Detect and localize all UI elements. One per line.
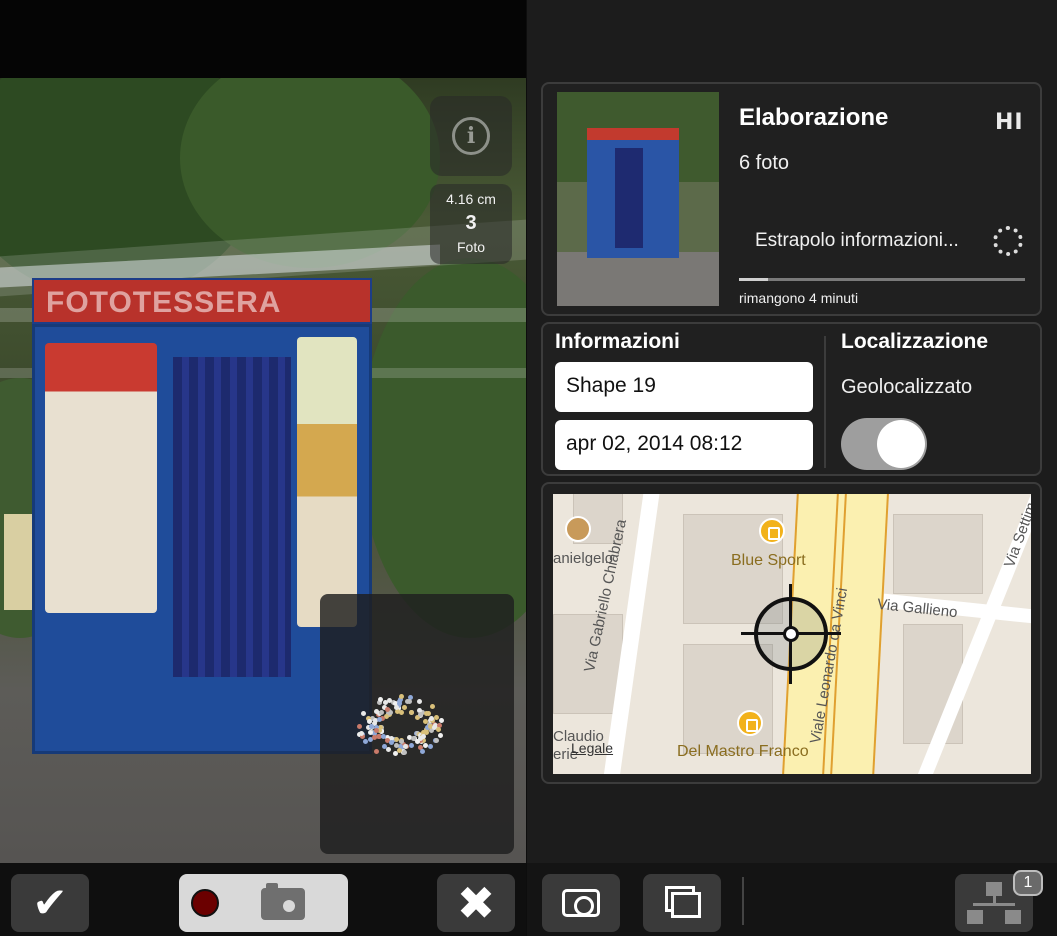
- hierarchy-line: [973, 903, 1015, 906]
- info-button[interactable]: i: [430, 96, 512, 176]
- processing-card: Elaborazione HI 6 foto Estrapolo informa…: [541, 82, 1042, 316]
- point-cloud-dot: [408, 743, 414, 749]
- info-heading: Informazioni: [555, 330, 680, 353]
- point-cloud-dot: [385, 746, 391, 752]
- point-cloud-dot: [357, 724, 363, 730]
- cancel-button[interactable]: ✖: [437, 874, 515, 932]
- point-cloud-dot: [417, 699, 423, 705]
- point-cloud-preview: [320, 594, 514, 854]
- shopping-bag-icon[interactable]: [737, 710, 763, 736]
- point-cloud-dot: [398, 709, 404, 715]
- notification-badge: 1: [1013, 870, 1043, 896]
- measurement-distance: 4.16 cm: [446, 191, 496, 207]
- processing-title: Elaborazione: [739, 104, 889, 131]
- point-cloud-dot: [377, 697, 383, 703]
- processing-status: Estrapolo informazioni...: [755, 230, 959, 251]
- point-cloud-dot: [401, 750, 407, 756]
- point-cloud-dot: [360, 711, 366, 717]
- point-cloud-dot: [376, 716, 382, 722]
- point-cloud-dot: [434, 738, 440, 744]
- section-divider: [824, 336, 826, 468]
- point-cloud-dot: [367, 729, 373, 735]
- poi-label[interactable]: Del Mastro Franco: [677, 743, 809, 761]
- details-panel: Elaborazione HI 6 foto Estrapolo informa…: [527, 0, 1057, 936]
- booth-sign-text: FOTOTESSERA: [46, 286, 282, 319]
- point-cloud-dot: [408, 709, 414, 715]
- info-card: Informazioni Shape 19 apr 02, 2014 08:12…: [541, 322, 1042, 476]
- map-block: [893, 514, 983, 594]
- time-remaining: rimangono 4 minuti: [739, 290, 859, 306]
- photo-count: 3: [465, 212, 477, 234]
- point-cloud-dot: [425, 710, 431, 716]
- poi-label[interactable]: Blue Sport: [731, 552, 806, 570]
- hierarchy-node: [967, 910, 983, 924]
- camera-panel: FOTOTESSERA i 4.16 cm 3 Foto ✔ ✖: [0, 0, 526, 936]
- legal-link[interactable]: Legale: [571, 740, 613, 756]
- point-cloud-dot: [418, 711, 424, 717]
- gallery-button[interactable]: [643, 874, 721, 932]
- thumbnail-curtain: [615, 148, 643, 248]
- point-cloud-dot: [435, 726, 441, 732]
- point-cloud-dot: [398, 739, 404, 745]
- point-cloud-dot: [362, 738, 368, 744]
- close-icon: ✖: [456, 877, 496, 929]
- toggle-knob: [877, 420, 925, 468]
- name-field[interactable]: Shape 19: [555, 362, 813, 412]
- camera-button[interactable]: [542, 874, 620, 932]
- progress-fill: [739, 278, 768, 281]
- progress-bar: [739, 278, 1025, 281]
- booth-poster-left: [45, 343, 157, 613]
- camera-icon: [261, 883, 305, 920]
- capture-mode-toggle[interactable]: [179, 874, 348, 932]
- processing-photo-count: 6 foto: [739, 152, 790, 174]
- restaurant-icon[interactable]: [565, 516, 591, 542]
- booth-sign: FOTOTESSERA: [32, 278, 372, 324]
- gallery-icon-front: [671, 892, 701, 918]
- toolbar-divider: [742, 877, 744, 925]
- map-card: anielgelo Via Gabriello Chiabrera Viale …: [541, 482, 1042, 784]
- street-label: Via Settim: [1001, 500, 1031, 570]
- crosshair-center: [783, 626, 799, 642]
- capture-thumbnail[interactable]: [557, 92, 719, 306]
- point-cloud-dot: [401, 704, 407, 710]
- thumbnail-ground: [557, 252, 719, 306]
- point-cloud-dot: [399, 694, 404, 700]
- point-cloud-dot: [427, 744, 433, 750]
- geolocation-toggle[interactable]: [841, 418, 927, 470]
- location-map[interactable]: anielgelo Via Gabriello Chiabrera Viale …: [553, 494, 1031, 774]
- point-cloud-dot: [429, 704, 435, 710]
- point-cloud-dot: [404, 698, 410, 704]
- measurement-readout: 4.16 cm 3 Foto: [430, 184, 512, 264]
- crosshair-icon: [741, 584, 841, 684]
- point-cloud-dot: [394, 736, 400, 742]
- hierarchy-node: [1005, 910, 1021, 924]
- camera-toolbar: ✔ ✖: [0, 863, 526, 936]
- point-cloud-dot: [402, 743, 408, 749]
- shopping-bag-icon[interactable]: [759, 518, 785, 544]
- info-icon: i: [452, 117, 490, 155]
- photo-count-label: Foto: [456, 239, 485, 255]
- geolocated-label: Geolocalizzato: [841, 376, 973, 398]
- point-cloud-dot: [379, 709, 385, 715]
- details-toolbar: [527, 863, 1057, 936]
- camera-top-bar: [0, 0, 526, 78]
- spinner-icon: [993, 226, 1023, 256]
- booth-curtain: [173, 357, 291, 677]
- booth-poster-right: [297, 337, 357, 627]
- point-cloud-dot: [420, 749, 426, 755]
- confirm-button[interactable]: ✔: [11, 874, 89, 932]
- record-icon: [191, 889, 219, 917]
- hi-res-icon[interactable]: HI: [995, 110, 1024, 135]
- date-field[interactable]: apr 02, 2014 08:12: [555, 420, 813, 470]
- checkmark-icon: ✔: [32, 879, 68, 926]
- camera-icon: [562, 889, 600, 917]
- point-cloud-dot: [375, 733, 381, 739]
- point-cloud-dot: [437, 733, 443, 739]
- point-cloud-dot: [396, 748, 402, 754]
- point-cloud-dot: [373, 749, 379, 755]
- hierarchy-icon: [986, 882, 1002, 896]
- location-heading: Localizzazione: [841, 330, 989, 353]
